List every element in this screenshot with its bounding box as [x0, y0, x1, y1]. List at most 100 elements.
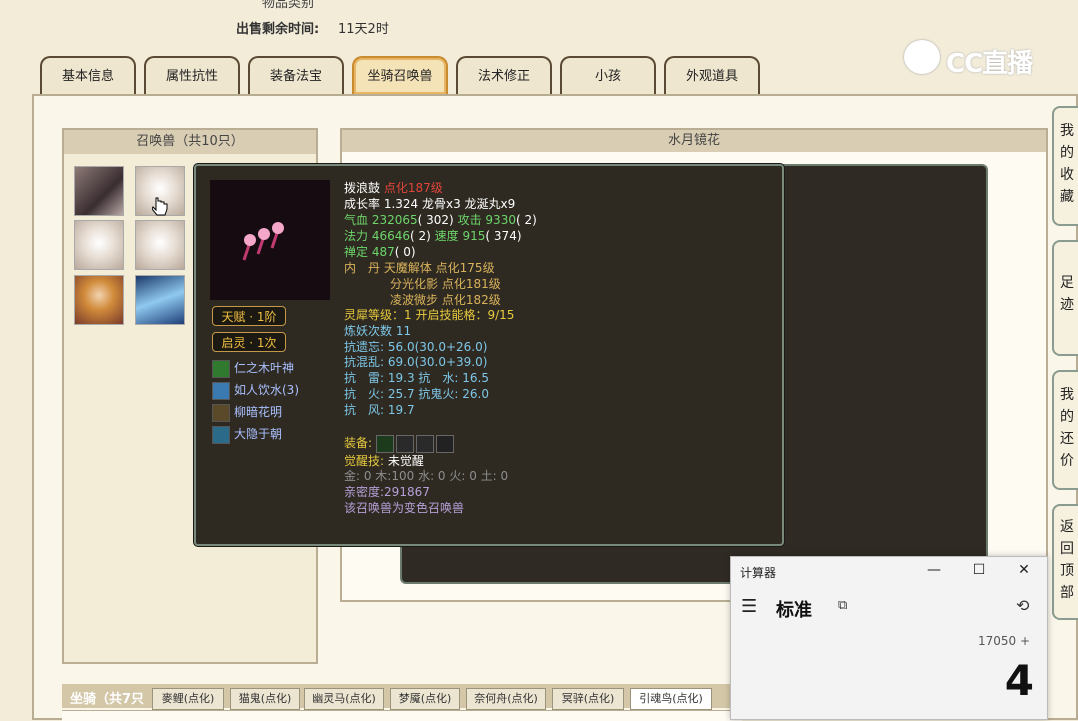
- hand-cursor-icon: [152, 197, 168, 216]
- mount-tab-1[interactable]: 麥鲤(点化): [152, 688, 224, 710]
- side-char: 回: [1060, 541, 1074, 557]
- awaken-label: 觉醒技:: [344, 454, 385, 468]
- mount-tab-3[interactable]: 幽灵马(点化): [304, 688, 384, 710]
- neidan-1: 天魔解体 点化175级: [383, 261, 495, 275]
- tab-mounts-summons[interactable]: 坐骑召唤兽: [352, 56, 448, 94]
- resist-line-4: 抗 火: 25.7 抗鬼火: 26.0: [344, 387, 489, 401]
- mp-value: 46646: [371, 229, 411, 243]
- side-char: 足: [1060, 275, 1074, 291]
- equip-slot-ring-icon[interactable]: [375, 434, 394, 453]
- side-char: 我: [1060, 123, 1074, 139]
- close-button[interactable]: ✕: [1014, 562, 1034, 578]
- my-favorites-button[interactable]: 我的收藏: [1052, 106, 1078, 226]
- hp-line: 气血 232065( 302) 攻击 9330( 2): [344, 212, 537, 228]
- growth-line: 成长率 1.324 龙骨x3 龙涎丸x9: [344, 197, 516, 211]
- calculator-expression: 17050 +: [977, 634, 1030, 648]
- side-char: 的: [1060, 409, 1074, 425]
- atk-extra: ( 2): [515, 213, 537, 227]
- skill-name: 大隐于朝: [234, 427, 283, 441]
- talent-badge: 天赋 · 1阶: [212, 306, 286, 326]
- calculator-display: 4: [1004, 656, 1034, 705]
- mp-extra: ( 2): [410, 229, 431, 243]
- tab-spell-correction[interactable]: 法术修正: [456, 56, 552, 94]
- equip-slot-armor-icon[interactable]: [415, 434, 434, 453]
- neidan-line-1: 内 丹 天魔解体 点化175级: [344, 260, 495, 276]
- side-char: 藏: [1060, 189, 1074, 205]
- resist-line-1: 抗遗忘: 56.0(30.0+26.0): [344, 340, 488, 354]
- spd-value: 915: [462, 229, 486, 243]
- awaken-spirit-badge: 启灵 · 1次: [212, 332, 286, 352]
- neidan-label: 内 丹: [344, 261, 381, 275]
- cc-logo-icon: [904, 40, 940, 74]
- awaken-line: 觉醒技: 未觉醒: [344, 453, 424, 469]
- equip-slot-weapon-icon[interactable]: [395, 434, 414, 453]
- resist-line-2: 抗混乱: 69.0(30.0+39.0): [344, 355, 488, 369]
- side-char: 部: [1060, 585, 1074, 601]
- mount-tab-4[interactable]: 梦魇(点化): [390, 688, 460, 710]
- flower-skill-icon: [212, 403, 230, 422]
- skill-row-3: 柳暗花明: [212, 402, 282, 422]
- pet-thumb-3[interactable]: [74, 220, 124, 270]
- awaken-value: 未觉醒: [387, 454, 424, 468]
- skill-row-1: 仁之木叶神: [212, 358, 294, 378]
- tab-appearance[interactable]: 外观道具: [664, 56, 760, 94]
- category-partial: 物品类别: [262, 0, 315, 11]
- calculator-mode: 标准: [776, 600, 812, 621]
- footprint-button[interactable]: 足迹: [1052, 240, 1078, 356]
- detail-title: 水月镜花: [342, 130, 1046, 152]
- hamburger-menu-icon[interactable]: ☰: [741, 596, 757, 617]
- hp-extra: ( 302): [417, 213, 454, 227]
- wood-skill-icon: [212, 359, 230, 378]
- pet-thumb-4[interactable]: [135, 220, 185, 270]
- minimize-button[interactable]: —: [924, 562, 944, 578]
- history-icon[interactable]: ⟲: [1016, 596, 1029, 615]
- tab-attributes[interactable]: 属性抗性: [144, 56, 240, 94]
- pet-portrait: [210, 180, 330, 300]
- side-char: 顶: [1060, 563, 1074, 579]
- variant-line: 该召唤兽为变色召唤兽: [344, 501, 465, 515]
- mount-content-strip: [62, 710, 742, 721]
- mount-tab-6[interactable]: 冥骍(点化): [552, 688, 624, 710]
- equip-line: 装备:: [344, 433, 456, 453]
- keep-on-top-icon[interactable]: ⧉: [838, 598, 847, 613]
- maximize-button[interactable]: ☐: [969, 562, 989, 578]
- skill-name: 仁之木叶神: [234, 361, 295, 375]
- tab-equipment[interactable]: 装备法宝: [248, 56, 344, 94]
- spd-extra: ( 374): [485, 229, 522, 243]
- atk-value: 9330: [485, 213, 516, 227]
- lingxi-line: 灵犀等级：1 开启技能格：9/15: [344, 308, 515, 322]
- mount-tab-5[interactable]: 奈何舟(点化): [466, 688, 546, 710]
- element-line: 金: 0 木:100 水: 0 火: 0 土: 0: [344, 469, 509, 483]
- lianyao-line: 炼妖次数 11: [344, 324, 412, 338]
- tab-basic-info[interactable]: 基本信息: [40, 56, 136, 94]
- equip-label: 装备:: [344, 436, 373, 450]
- back-to-top-button[interactable]: 返回顶部: [1052, 504, 1078, 620]
- pet-thumb-1[interactable]: [74, 166, 124, 216]
- skill-row-4: 大隐于朝: [212, 424, 282, 444]
- mount-tab-7[interactable]: 引魂鸟(点化): [630, 688, 712, 710]
- neidan-line-2: 分光化影 点化181级: [390, 277, 501, 291]
- side-char: 价: [1060, 453, 1074, 469]
- hp-value: 232065: [371, 213, 418, 227]
- mount-tab-2[interactable]: 猫鬼(点化): [230, 688, 300, 710]
- side-char: 迹: [1060, 297, 1074, 313]
- spd-label: 速度: [434, 229, 459, 243]
- my-offers-button[interactable]: 我的还价: [1052, 370, 1078, 490]
- water-skill-icon: [212, 381, 230, 400]
- mp-line: 法力 46646( 2) 速度 915( 374): [344, 228, 522, 244]
- hp-label: 气血: [344, 213, 369, 227]
- pet-thumb-5[interactable]: [74, 275, 124, 325]
- ding-label: 禅定: [344, 245, 369, 259]
- side-char: 我: [1060, 387, 1074, 403]
- pet-name-line: 拨浪鼓 点化187级: [344, 180, 443, 196]
- sale-remaining-value: 11天2时: [338, 22, 389, 37]
- atk-label: 攻击: [457, 213, 482, 227]
- stream-logo: CC直播: [946, 49, 1033, 79]
- resist-line-3: 抗 雷: 19.3 抗 水: 16.5: [344, 371, 489, 385]
- skill-row-2: 如人饮水(3): [212, 380, 299, 400]
- pet-thumb-6[interactable]: [135, 275, 185, 325]
- tab-child[interactable]: 小孩: [560, 56, 656, 94]
- skill-name: 柳暗花明: [234, 405, 283, 419]
- calculator-title: 计算器: [740, 566, 777, 580]
- equip-slot-empty-icon[interactable]: [435, 434, 454, 453]
